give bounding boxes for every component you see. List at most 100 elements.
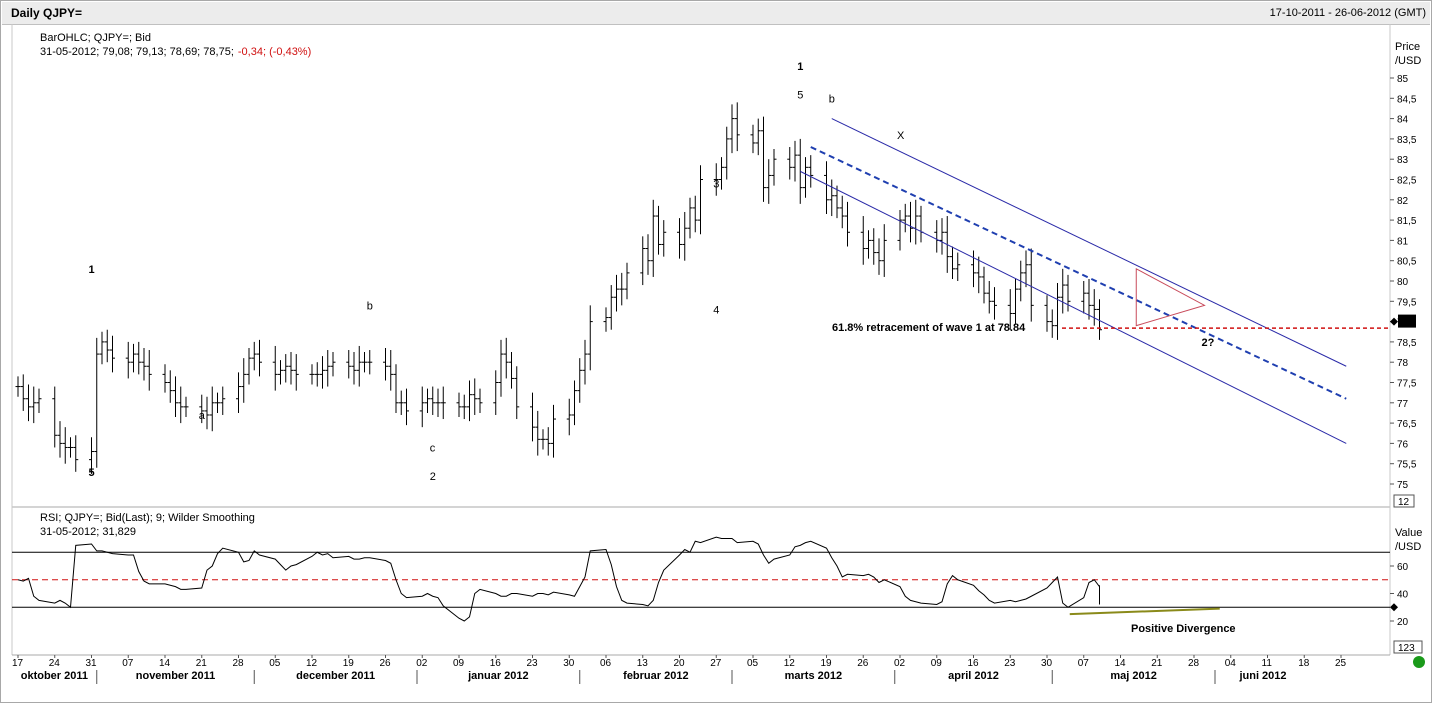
ohlc-bar xyxy=(293,354,299,391)
ohlc-bar xyxy=(477,388,483,413)
ohlc-bar xyxy=(808,155,814,188)
channel-lower-line xyxy=(800,170,1347,444)
ohlc-bar xyxy=(68,437,73,458)
chart-canvas[interactable]: BarOHLC; QJPY=; Bid 31-05-2012; 79,08; 7… xyxy=(0,0,1432,703)
day-tick-label: 30 xyxy=(1041,658,1053,669)
price-tick-label: 84 xyxy=(1397,115,1409,126)
ohlc-bars xyxy=(15,102,1102,474)
ohlc-bar xyxy=(692,195,698,233)
ohlc-bar xyxy=(1013,278,1018,324)
day-tick-label: 23 xyxy=(527,658,539,669)
ohlc-bar xyxy=(146,350,152,391)
price-tick-label: 85 xyxy=(1397,74,1409,85)
ohlc-bar xyxy=(272,345,278,391)
wave-label: 2 xyxy=(430,471,436,483)
day-tick-label: 14 xyxy=(1115,658,1127,669)
ohlc-bar xyxy=(719,157,724,190)
ohlc-bar xyxy=(430,386,436,415)
ohlc-bar xyxy=(766,159,772,204)
ohlc-bar xyxy=(734,102,740,152)
ohlc-bar xyxy=(761,116,766,202)
ohlc-bar xyxy=(456,392,462,418)
ohlc-bar xyxy=(440,386,446,420)
ohlc-bar xyxy=(682,211,688,261)
month-label: december 2011 xyxy=(296,670,375,682)
ohlc-bar xyxy=(619,272,625,306)
ohlc-bar xyxy=(367,350,373,375)
price-tick-label: 75,5 xyxy=(1397,460,1417,471)
day-tick-label: 07 xyxy=(1078,658,1090,669)
ohlc-bar xyxy=(461,394,467,420)
ohlc-bar xyxy=(125,341,131,379)
ohlc-bar xyxy=(73,435,79,472)
wave-label: X xyxy=(897,130,905,142)
ohlc-bar xyxy=(131,343,136,373)
ohlc-bar xyxy=(824,161,829,215)
day-tick-label: 17 xyxy=(12,658,24,669)
retracement-note: 61.8% retracement of wave 1 at 78.84 xyxy=(832,322,1026,334)
ohlc-bar xyxy=(876,238,882,275)
day-tick-label: 02 xyxy=(894,658,906,669)
analysis-overlay: 1 5 a b c 2 3 4 1 5 b X 2? xyxy=(89,61,1390,483)
ohlc-bar xyxy=(15,376,21,397)
ohlc-bar xyxy=(845,201,850,247)
ohlc-bar xyxy=(650,199,656,277)
price-legend-values: 31-05-2012; 79,08; 79,13; 78,69; 78,75; -… xyxy=(40,46,311,58)
ohlc-bar xyxy=(698,165,703,235)
price-legend-title: BarOHLC; QJPY=; Bid xyxy=(40,32,151,44)
day-tick-label: 27 xyxy=(710,658,722,669)
day-tick-label: 11 xyxy=(1262,658,1273,669)
ohlc-bar xyxy=(472,378,478,415)
price-zoom-badge[interactable]: 12 xyxy=(1398,497,1410,508)
ohlc-bar xyxy=(866,230,871,259)
ohlc-bar xyxy=(750,124,756,154)
ohlc-bar xyxy=(566,398,572,436)
rsi-tick-label: 40 xyxy=(1397,590,1409,601)
rsi-line xyxy=(17,536,1100,622)
price-axis-title: Price xyxy=(1395,41,1420,53)
wave-label: 1 xyxy=(797,61,803,73)
price-tick-label: 81 xyxy=(1397,236,1409,247)
ohlc-bar xyxy=(1049,309,1055,338)
month-label: november 2011 xyxy=(136,670,216,682)
ohlc-bar xyxy=(986,281,992,314)
ohlc-bar xyxy=(278,360,283,385)
price-y-axis: 85 84,5 84 83,5 83 82,5 82 81,5 81 80,5 80 79,5 79 78… xyxy=(1390,74,1417,491)
ohlc-bar xyxy=(755,118,761,156)
ohlc-bar xyxy=(31,386,37,424)
divergence-note: Positive Divergence xyxy=(1131,623,1236,635)
ohlc-bar xyxy=(94,337,100,468)
ohlc-bar xyxy=(976,256,982,294)
channel-mid-dashed-line xyxy=(810,146,1347,400)
ohlc-bar xyxy=(435,388,441,418)
ohlc-bar xyxy=(330,352,336,377)
price-axis-unit: /USD xyxy=(1395,55,1421,67)
price-tick-label: 75 xyxy=(1397,480,1409,491)
ohlc-bar xyxy=(257,339,262,377)
price-tick-label: 77,5 xyxy=(1397,379,1417,390)
ohlc-bar xyxy=(503,337,509,379)
ohlc-bar xyxy=(178,386,184,424)
rsi-zoom-badge[interactable]: 123 xyxy=(1398,643,1415,654)
ohlc-bar xyxy=(325,350,331,387)
day-tick-label: 02 xyxy=(416,658,428,669)
wave-label: b xyxy=(829,93,835,105)
day-tick-label: 20 xyxy=(674,658,686,669)
ohlc-bar xyxy=(167,370,173,403)
day-tick-label: 23 xyxy=(1004,658,1016,669)
price-tick-label: 80 xyxy=(1397,277,1409,288)
price-tick-label: 82 xyxy=(1397,196,1409,207)
rsi-tick-label: 20 xyxy=(1397,617,1409,628)
ohlc-bar xyxy=(1086,278,1092,320)
ohlc-bar xyxy=(1023,250,1029,288)
price-tick-label: 78,5 xyxy=(1397,338,1417,349)
day-tick-label: 19 xyxy=(821,658,833,669)
day-tick-label: 16 xyxy=(968,658,980,669)
ohlc-bar xyxy=(545,427,551,456)
ohlc-bar xyxy=(918,205,924,243)
ohlc-bar xyxy=(251,341,257,371)
price-tick-label: 78 xyxy=(1397,358,1409,369)
day-tick-label: 12 xyxy=(784,658,796,669)
day-tick-label: 19 xyxy=(343,658,355,669)
ohlc-bar xyxy=(26,384,31,422)
